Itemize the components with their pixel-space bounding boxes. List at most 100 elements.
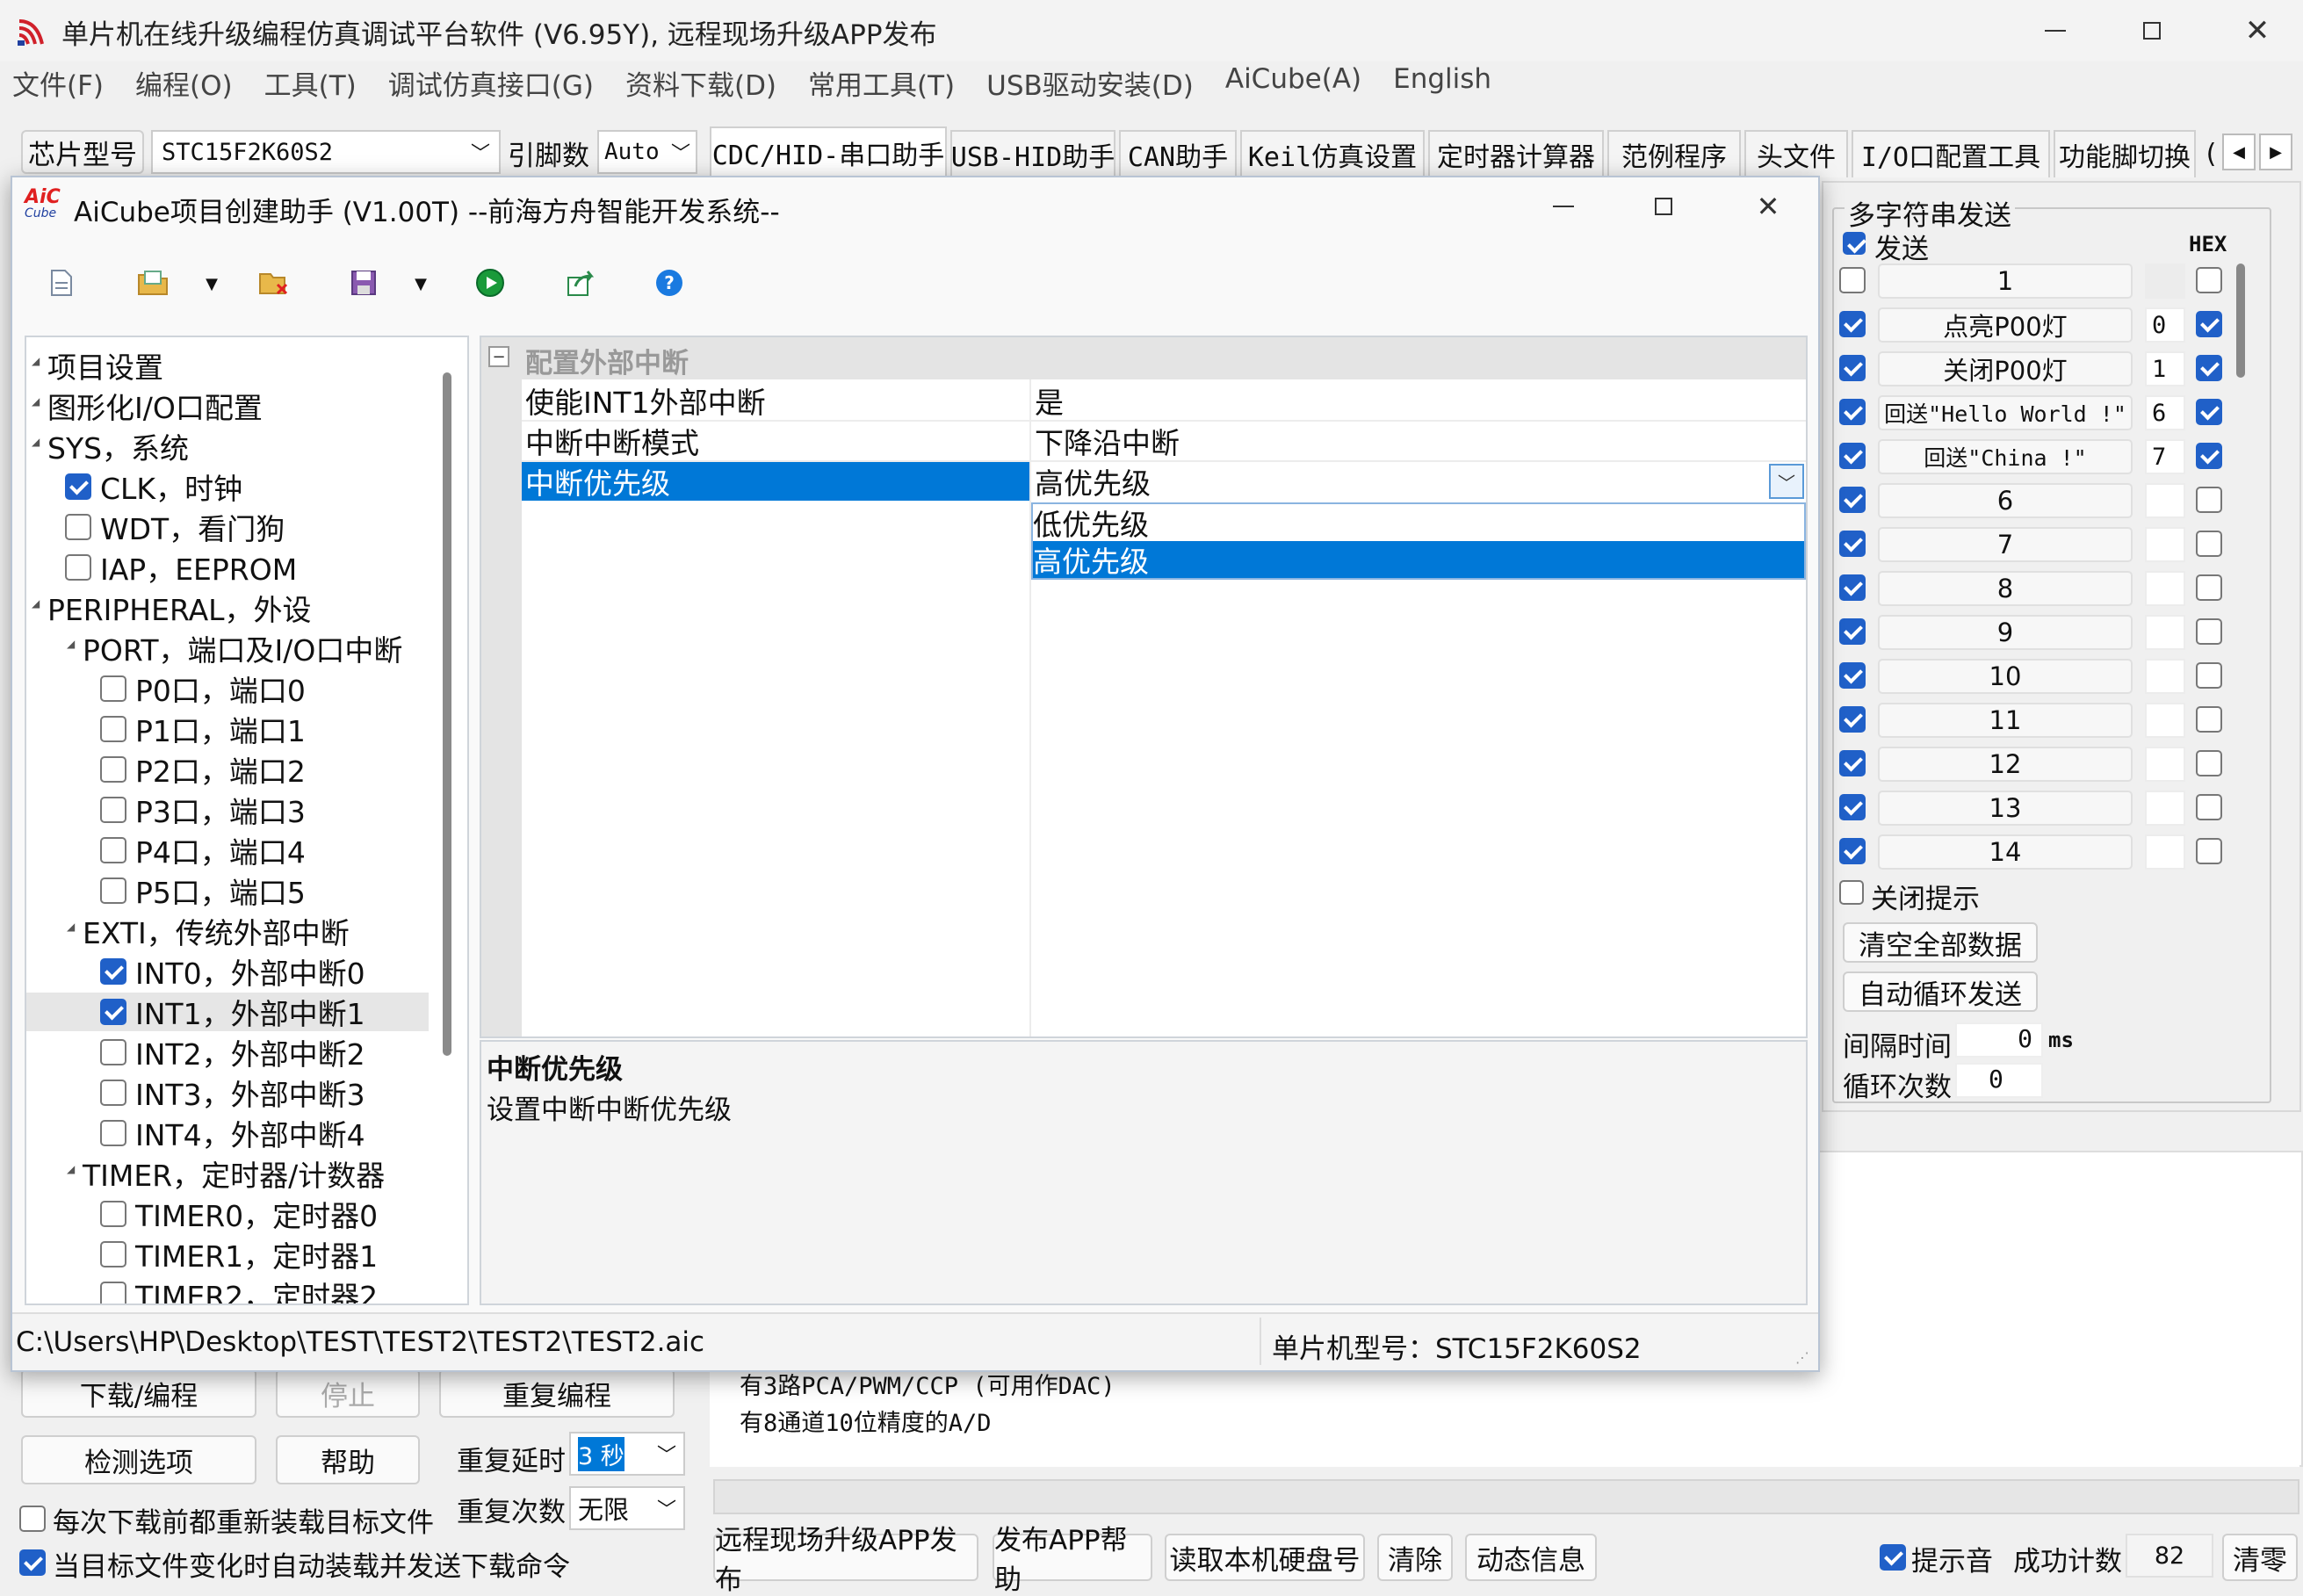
tree-expand-icon[interactable]: ◢ bbox=[32, 355, 40, 367]
tree-item-label[interactable]: 项目设置 bbox=[47, 346, 163, 385]
send-row-button[interactable]: 13 bbox=[1878, 791, 2133, 826]
send-row-checkbox[interactable] bbox=[1839, 574, 1866, 601]
tree-item-label[interactable]: INT2，外部中断2 bbox=[135, 1033, 365, 1072]
send-row-hex-input[interactable] bbox=[2145, 571, 2185, 606]
tree-item-label[interactable]: 图形化I/O口配置 bbox=[47, 386, 263, 425]
send-row-button[interactable]: 9 bbox=[1878, 615, 2133, 650]
send-row-hex-checkbox[interactable] bbox=[2196, 662, 2222, 689]
send-row-button[interactable]: 6 bbox=[1878, 483, 2133, 518]
reset-count-button[interactable]: 清零 bbox=[2222, 1534, 2298, 1581]
priority-option-high[interactable]: 高优先级 bbox=[1033, 541, 1804, 579]
send-row-checkbox[interactable] bbox=[1839, 487, 1866, 513]
priority-dropdown-chevron-icon[interactable]: ﹀ bbox=[1769, 464, 1804, 499]
menu-download[interactable]: 资料下载(D) bbox=[625, 63, 776, 107]
tree-item-label[interactable]: IAP，EEPROM bbox=[100, 548, 297, 587]
send-row-button[interactable]: 回送"Hello World !" bbox=[1878, 395, 2133, 430]
tab-timer-calc[interactable]: 定时器计算器 bbox=[1428, 130, 1604, 177]
send-row-checkbox[interactable] bbox=[1839, 838, 1866, 864]
send-row-hex-input[interactable] bbox=[2145, 834, 2185, 870]
tree-item-checkbox[interactable] bbox=[65, 473, 91, 500]
send-row-button[interactable]: 8 bbox=[1878, 571, 2133, 606]
tree-item-checkbox[interactable] bbox=[100, 675, 126, 702]
tree-item-label[interactable]: INT1，外部中断1 bbox=[135, 993, 365, 1031]
send-row-hex-checkbox[interactable] bbox=[2196, 531, 2222, 557]
tree-item-checkbox[interactable] bbox=[100, 1039, 126, 1065]
send-row-hex-input[interactable] bbox=[2145, 527, 2185, 562]
save-icon[interactable] bbox=[344, 264, 383, 302]
tree-item-checkbox[interactable] bbox=[100, 1282, 126, 1304]
send-row-checkbox[interactable] bbox=[1839, 706, 1866, 733]
tree-expand-icon[interactable]: ◢ bbox=[32, 597, 40, 610]
tree-item-label[interactable]: INT4，外部中断4 bbox=[135, 1114, 365, 1152]
tree-item-label[interactable]: P2口，端口2 bbox=[135, 750, 306, 789]
open-folder-icon[interactable] bbox=[134, 264, 172, 302]
reprogram-button[interactable]: 重复编程 bbox=[439, 1369, 675, 1418]
send-row-hex-checkbox[interactable] bbox=[2196, 794, 2222, 820]
publish-help-button[interactable]: 发布APP帮助 bbox=[993, 1525, 1152, 1596]
tab-usb-hid[interactable]: USB-HID助手 bbox=[950, 130, 1115, 177]
menu-tools[interactable]: 工具(T) bbox=[264, 63, 357, 107]
close-project-icon[interactable] bbox=[255, 264, 293, 302]
tree-item-label[interactable]: EXTI，传统外部中断 bbox=[83, 912, 350, 950]
tree-item-label[interactable]: PORT，端口及I/O口中断 bbox=[83, 629, 402, 668]
send-row-hex-checkbox[interactable] bbox=[2196, 750, 2222, 776]
tab-examples[interactable]: 范例程序 bbox=[1607, 130, 1741, 177]
tree-item-label[interactable]: TIMER1，定时器1 bbox=[135, 1235, 378, 1274]
download-program-button[interactable]: 下载/编程 bbox=[21, 1369, 256, 1418]
minimize-icon[interactable] bbox=[2020, 9, 2090, 53]
send-row-hex-checkbox[interactable] bbox=[2196, 311, 2222, 337]
tree-item-label[interactable]: WDT，看门狗 bbox=[100, 508, 285, 546]
send-row-hex-input[interactable] bbox=[2145, 483, 2185, 518]
send-row-checkbox[interactable] bbox=[1839, 662, 1866, 689]
send-row-hex-checkbox[interactable] bbox=[2196, 574, 2222, 601]
chip-select[interactable]: STC15F2K60S2 ﹀ bbox=[151, 130, 501, 174]
menu-debug[interactable]: 调试仿真接口(G) bbox=[388, 63, 594, 107]
tree-item-label[interactable]: P4口，端口4 bbox=[135, 831, 306, 870]
send-row-button[interactable]: 点亮P00灯 bbox=[1878, 307, 2133, 343]
tab-scroll-left-icon[interactable]: ◀ bbox=[2222, 134, 2256, 170]
stop-button[interactable]: 停止 bbox=[276, 1369, 420, 1418]
property-value-enable-int1[interactable]: 是 bbox=[1035, 381, 1064, 420]
tree-item-checkbox[interactable] bbox=[100, 1241, 126, 1267]
send-row-checkbox[interactable] bbox=[1839, 399, 1866, 425]
tree-item-label[interactable]: SYS，系统 bbox=[47, 427, 189, 466]
send-row-checkbox[interactable] bbox=[1839, 531, 1866, 557]
tree-item-checkbox[interactable] bbox=[100, 756, 126, 783]
tree-item-label[interactable]: INT3，外部中断3 bbox=[135, 1073, 365, 1112]
tree-item-label[interactable]: INT0，外部中断0 bbox=[135, 952, 365, 991]
send-row-hex-input[interactable] bbox=[2145, 747, 2185, 782]
tab-serial-assistant[interactable]: CDC/HID-串口助手 bbox=[710, 126, 947, 177]
send-row-checkbox[interactable] bbox=[1839, 355, 1866, 381]
send-row-checkbox[interactable] bbox=[1839, 443, 1866, 469]
send-row-hex-input[interactable] bbox=[2145, 703, 2185, 738]
tree-item-checkbox[interactable] bbox=[100, 1201, 126, 1227]
send-row-button[interactable]: 回送"China !" bbox=[1878, 439, 2133, 474]
send-row-checkbox[interactable] bbox=[1839, 618, 1866, 645]
help-button[interactable]: 帮助 bbox=[276, 1435, 420, 1484]
send-row-hex-checkbox[interactable] bbox=[2196, 443, 2222, 469]
tab-pin-switch[interactable]: 功能脚切换 bbox=[2054, 130, 2196, 177]
remote-upgrade-button[interactable]: 远程现场升级APP发布 bbox=[713, 1525, 978, 1596]
clear-all-data-button[interactable]: 清空全部数据 bbox=[1843, 922, 2038, 963]
send-row-hex-input[interactable]: 6 bbox=[2145, 395, 2185, 430]
tree-item-checkbox[interactable] bbox=[100, 999, 126, 1025]
send-row-button[interactable]: 10 bbox=[1878, 659, 2133, 694]
tree-item-label[interactable]: PERIPHERAL，外设 bbox=[47, 589, 312, 627]
close-icon[interactable]: ✕ bbox=[2218, 9, 2297, 53]
interval-input[interactable]: 0 bbox=[1955, 1022, 2043, 1058]
maximize-icon[interactable] bbox=[2117, 9, 2187, 53]
menu-aicube[interactable]: AiCube(A) bbox=[1225, 63, 1361, 107]
tree-item-label[interactable]: TIMER0，定时器0 bbox=[135, 1195, 378, 1233]
send-row-checkbox[interactable] bbox=[1839, 311, 1866, 337]
multi-send-scrollbar[interactable] bbox=[2236, 264, 2245, 378]
menu-file[interactable]: 文件(F) bbox=[12, 63, 104, 107]
read-disk-button[interactable]: 读取本机硬盘号 bbox=[1165, 1534, 1365, 1581]
tree-scrollbar[interactable] bbox=[443, 372, 451, 1056]
tree-item-checkbox[interactable] bbox=[100, 1080, 126, 1106]
send-row-button[interactable]: 关闭P00灯 bbox=[1878, 351, 2133, 386]
loop-count-input[interactable]: 0 bbox=[1955, 1063, 2043, 1098]
clear-button[interactable]: 清除 bbox=[1377, 1534, 1453, 1581]
send-row-checkbox[interactable] bbox=[1839, 794, 1866, 820]
tab-scroll-right-icon[interactable]: ▶ bbox=[2259, 134, 2292, 170]
send-row-hex-checkbox[interactable] bbox=[2196, 487, 2222, 513]
